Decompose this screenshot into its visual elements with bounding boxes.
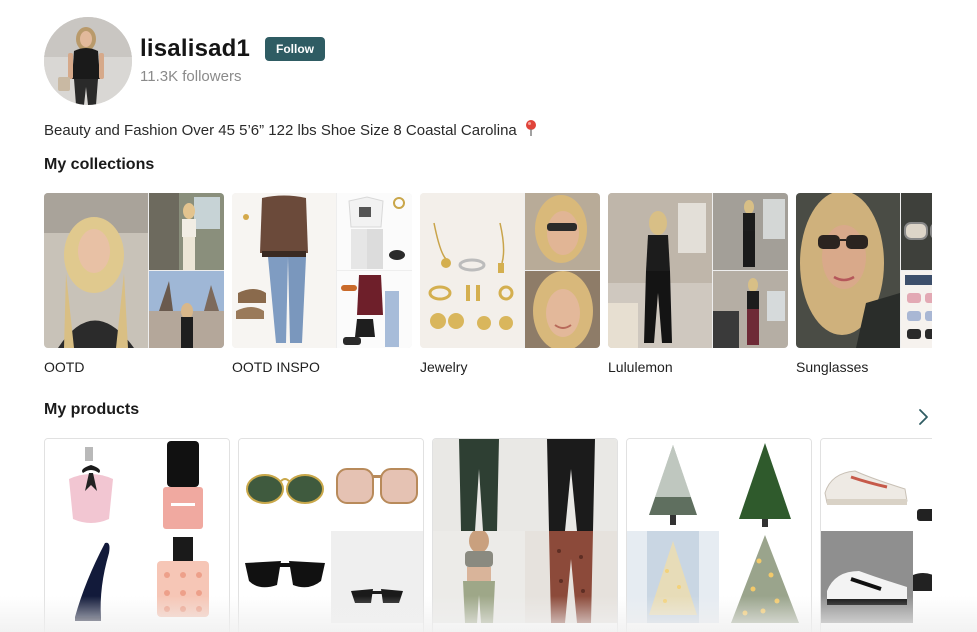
username: lisalisad1	[140, 35, 251, 62]
avatar[interactable]	[44, 17, 132, 105]
product-image	[239, 531, 331, 623]
product-card-christmas-trees[interactable]	[626, 438, 812, 632]
collection-label: Sunglasses	[796, 359, 869, 375]
product-card-leggings[interactable]	[432, 438, 618, 632]
product-image	[627, 439, 719, 531]
product-image	[433, 531, 525, 623]
product-image	[137, 439, 229, 531]
product-image	[45, 531, 137, 623]
collections-carousel[interactable]: OOTD OOTD INSPO Jewelry Lululemon Sungla…	[44, 193, 932, 383]
bio: Beauty and Fashion Over 45 5’6” 122 lbs …	[44, 119, 539, 141]
product-card-sneakers[interactable]	[820, 438, 932, 632]
collection-label: Jewelry	[420, 359, 468, 375]
product-image	[331, 439, 423, 531]
collection-collage	[420, 193, 600, 348]
product-image	[821, 439, 913, 531]
product-image	[719, 439, 811, 531]
collection-card-ootd[interactable]: OOTD	[44, 193, 224, 383]
collection-card-jewelry[interactable]: Jewelry	[420, 193, 600, 383]
product-image	[627, 531, 719, 623]
bio-text: Beauty and Fashion Over 45 5’6” 122 lbs …	[44, 122, 517, 139]
follower-count: 11.3K followers	[140, 68, 242, 85]
product-card-sunglasses[interactable]	[238, 438, 424, 632]
product-image	[913, 531, 932, 623]
product-image	[719, 531, 811, 623]
collection-collage	[608, 193, 788, 348]
product-image	[525, 531, 617, 623]
product-image	[913, 439, 932, 531]
product-image	[331, 531, 423, 623]
follow-button[interactable]: Follow	[265, 37, 325, 61]
product-image	[433, 439, 525, 531]
collection-label: Lululemon	[608, 359, 673, 375]
collection-label: OOTD INSPO	[232, 359, 320, 375]
collections-heading: My collections	[44, 156, 155, 173]
products-heading: My products	[44, 401, 140, 418]
product-card-perfume[interactable]	[44, 438, 230, 632]
profile-page: lisalisad1 Follow 11.3K followers Beauty…	[0, 0, 977, 632]
collection-card-sunglasses[interactable]: Sunglasses	[796, 193, 932, 383]
collection-collage	[796, 193, 932, 348]
product-image	[137, 531, 229, 623]
products-carousel[interactable]	[44, 438, 932, 632]
collection-card-lululemon[interactable]: Lululemon	[608, 193, 788, 383]
collection-card-ootd-inspo[interactable]: OOTD INSPO	[232, 193, 412, 383]
collection-collage	[232, 193, 412, 348]
product-image	[525, 439, 617, 531]
chevron-right-icon[interactable]	[912, 406, 934, 428]
collection-collage	[44, 193, 224, 348]
product-image	[239, 439, 331, 531]
product-image	[821, 531, 913, 623]
product-image	[45, 439, 137, 531]
collection-label: OOTD	[44, 359, 85, 375]
round-pushpin-icon	[523, 119, 539, 137]
